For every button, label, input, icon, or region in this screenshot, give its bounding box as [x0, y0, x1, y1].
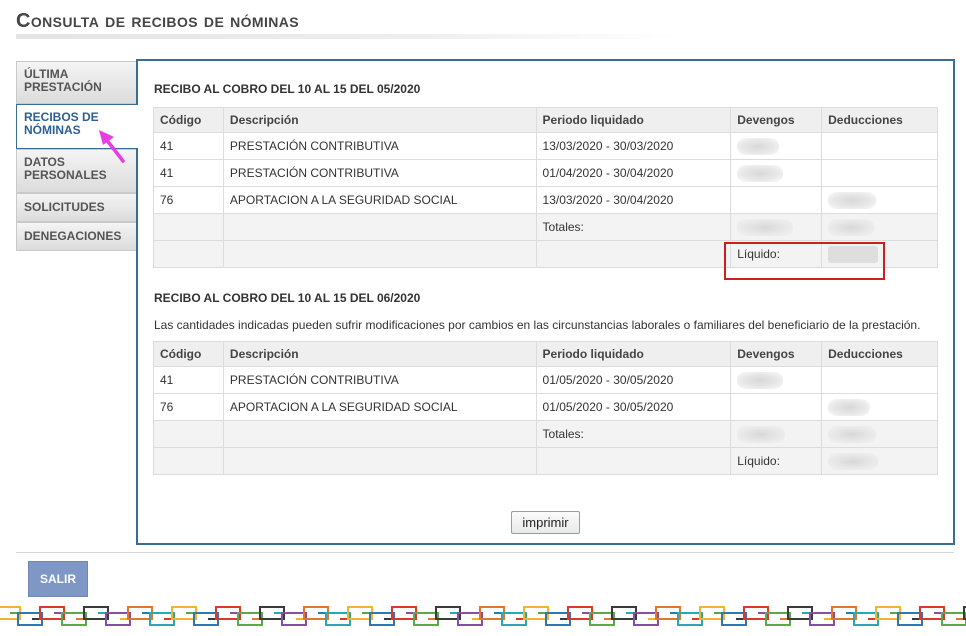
- cell-period: 01/05/2020 - 30/05/2020: [535, 366, 732, 394]
- redacted-amount: [737, 137, 780, 155]
- cell-code: 41: [153, 366, 224, 394]
- totals-devengos: [730, 213, 823, 241]
- table-row: 76 APORTACION A LA SEGURIDAD SOCIAL 13/0…: [153, 186, 938, 214]
- cell-description: APORTACION A LA SEGURIDAD SOCIAL: [222, 393, 537, 421]
- net-row: Líquido:: [153, 447, 938, 475]
- redacted-amount: [828, 452, 879, 470]
- receipt-title: RECIBO AL COBRO DEL 10 AL 15 DEL 06/2020: [154, 291, 421, 305]
- annotation-arrow-icon: [99, 130, 125, 163]
- cell-code: 76: [153, 186, 224, 214]
- cell-period: 13/03/2020 - 30/03/2020: [535, 132, 732, 160]
- cell-deducciones: [821, 186, 938, 214]
- receipt-table: Código Descripción Periodo liquidado Dev…: [153, 107, 938, 268]
- title-divider: [16, 34, 678, 39]
- cell-period: 01/04/2020 - 30/04/2020: [535, 159, 732, 187]
- cell-code: 41: [153, 132, 224, 160]
- receipt-table: Código Descripción Periodo liquidado Dev…: [153, 341, 938, 475]
- table-row: 76 APORTACION A LA SEGURIDAD SOCIAL 01/0…: [153, 393, 938, 421]
- cell-code: 76: [153, 393, 224, 421]
- totals-row: Totales:: [153, 420, 938, 448]
- cell-description: PRESTACIÓN CONTRIBUTIVA: [222, 132, 537, 160]
- column-header-descripcion: Descripción: [222, 107, 537, 133]
- receipts-panel: RECIBO AL COBRO DEL 10 AL 15 DEL 05/2020…: [136, 59, 955, 545]
- net-label: Líquido:: [730, 240, 823, 268]
- redacted-amount: [828, 218, 875, 236]
- tab-denegaciones[interactable]: DENEGACIONES: [16, 222, 137, 251]
- column-header-codigo: Código: [153, 341, 224, 367]
- column-header-periodo: Periodo liquidado: [535, 107, 732, 133]
- cell-devengos: [730, 366, 823, 394]
- column-header-deducciones: Deducciones: [821, 341, 938, 367]
- cell-description: APORTACION A LA SEGURIDAD SOCIAL: [222, 186, 537, 214]
- column-header-deducciones: Deducciones: [821, 107, 938, 133]
- totals-deducciones: [821, 420, 938, 448]
- footer-divider: [16, 552, 954, 553]
- tab-solicitudes[interactable]: SOLICITUDES: [16, 193, 137, 222]
- cell-deducciones: [821, 366, 938, 394]
- net-amount: [821, 447, 938, 475]
- totals-devengos: [730, 420, 823, 448]
- column-header-codigo: Código: [153, 107, 224, 133]
- net-amount: [821, 240, 938, 268]
- cell-devengos: [730, 186, 823, 214]
- table-row: 41 PRESTACIÓN CONTRIBUTIVA 01/05/2020 - …: [153, 366, 938, 394]
- column-header-descripcion: Descripción: [222, 341, 537, 367]
- net-row: Líquido:: [153, 240, 938, 268]
- disclaimer-note: Las cantidades indicadas pueden sufrir m…: [154, 318, 921, 332]
- cell-period: 13/03/2020 - 30/04/2020: [535, 186, 732, 214]
- tab-ultima-prestacion[interactable]: ÚLTIMA PRESTACIÓN: [16, 61, 137, 104]
- redacted-amount: [737, 218, 794, 236]
- table-row: 41 PRESTACIÓN CONTRIBUTIVA 13/03/2020 - …: [153, 132, 938, 160]
- cell-period: 01/05/2020 - 30/05/2020: [535, 393, 732, 421]
- page-title: Consulta de recibos de nóminas: [16, 10, 300, 32]
- decorative-chain-border-icon: [0, 606, 966, 626]
- table-header-row: Código Descripción Periodo liquidado Dev…: [153, 341, 938, 367]
- cell-devengos: [730, 393, 823, 421]
- column-header-periodo: Periodo liquidado: [535, 341, 732, 367]
- totals-label: Totales:: [535, 420, 732, 448]
- redacted-amount: [737, 425, 786, 443]
- cell-deducciones: [821, 132, 938, 160]
- cell-code: 41: [153, 159, 224, 187]
- totals-row: Totales:: [153, 213, 938, 241]
- table-header-row: Código Descripción Periodo liquidado Dev…: [153, 107, 938, 133]
- cell-devengos: [730, 159, 823, 187]
- totals-deducciones: [821, 213, 938, 241]
- redacted-amount: [828, 398, 871, 416]
- table-row: 41 PRESTACIÓN CONTRIBUTIVA 01/04/2020 - …: [153, 159, 938, 187]
- receipt-title: RECIBO AL COBRO DEL 10 AL 15 DEL 05/2020: [154, 82, 421, 96]
- redacted-amount: [737, 164, 784, 182]
- cell-description: PRESTACIÓN CONTRIBUTIVA: [222, 366, 537, 394]
- redacted-amount: [828, 425, 877, 443]
- cell-devengos: [730, 132, 823, 160]
- cell-description: PRESTACIÓN CONTRIBUTIVA: [222, 159, 537, 187]
- print-button[interactable]: imprimir: [511, 511, 580, 534]
- redacted-amount: [828, 191, 877, 209]
- exit-button[interactable]: SALIR: [28, 561, 88, 597]
- totals-label: Totales:: [535, 213, 732, 241]
- cell-deducciones: [821, 159, 938, 187]
- redacted-amount: [828, 245, 879, 263]
- column-header-devengos: Devengos: [730, 341, 823, 367]
- redacted-amount: [737, 371, 784, 389]
- column-header-devengos: Devengos: [730, 107, 823, 133]
- net-label: Líquido:: [730, 447, 823, 475]
- cell-deducciones: [821, 393, 938, 421]
